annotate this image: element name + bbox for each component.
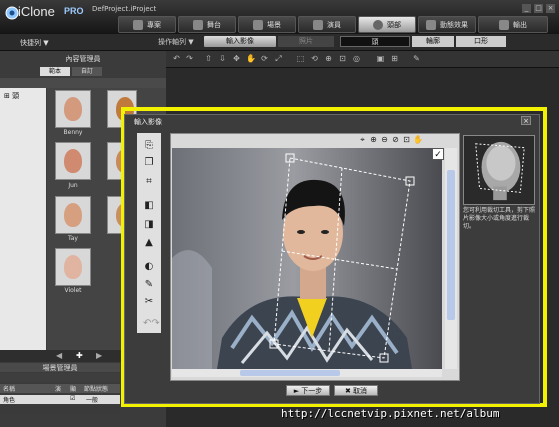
tab-custom[interactable]: 自訂 <box>72 67 102 76</box>
thumbnail-label: Violet <box>64 287 82 294</box>
confirm-crop-button[interactable]: ✓ <box>432 148 444 160</box>
select-icon[interactable]: ⬚ <box>296 54 305 63</box>
imported-photo <box>172 148 442 369</box>
flip-horizontal-icon[interactable]: ◧ <box>143 200 155 212</box>
triangle-icon[interactable]: ▲ <box>143 237 155 249</box>
thumbnail-label: Jun <box>68 182 78 189</box>
tab-export[interactable]: 輸出 <box>478 16 548 33</box>
move-icon[interactable]: ✥ <box>232 54 241 63</box>
head-model-icon <box>64 149 82 173</box>
head-preview <box>463 135 535 205</box>
scene-table-header: 名稱 演 顯 節點狀態 <box>0 384 120 393</box>
watermark-url: http://lccnetvip.pixnet.net/album <box>281 407 500 420</box>
rotate-image-icon[interactable]: ◐ <box>143 261 155 273</box>
head-thumbnail-benny[interactable] <box>55 90 91 128</box>
move-down-icon[interactable]: ⇩ <box>218 54 227 63</box>
folder-tree[interactable] <box>0 88 46 350</box>
vertical-scroll-thumb[interactable] <box>447 170 455 320</box>
content-manager-title: 內容管理員 <box>65 55 101 63</box>
scene-row-character[interactable]: 角色 ☑ 一般 <box>0 395 120 404</box>
scene-row-empty <box>0 406 120 415</box>
tab-motion-effects[interactable]: 動態效果 <box>418 16 476 33</box>
zoom-icon[interactable]: ⊕ <box>324 54 333 63</box>
export-icon <box>499 19 509 30</box>
crop-icon[interactable]: ⌗ <box>143 176 155 188</box>
add-icon[interactable]: ✚ <box>76 351 83 360</box>
scroll-right-icon[interactable]: ▶ <box>96 351 102 360</box>
scroll-left-icon[interactable]: ◀ <box>56 351 62 360</box>
tab-scene[interactable]: 場景 <box>238 16 296 33</box>
redo-icon[interactable]: ↷ <box>185 54 194 63</box>
tab-head[interactable]: 頭部 <box>358 16 416 33</box>
orbit-icon[interactable]: ⟲ <box>310 54 319 63</box>
rotate-icon[interactable]: ⟳ <box>260 54 269 63</box>
pen-icon[interactable]: ✎ <box>412 54 421 63</box>
brush-icon[interactable]: ✎ <box>143 279 155 291</box>
window-controls: _ □ × <box>522 4 555 13</box>
dialog-hint-text: 您可利用裁切工具，剪下照片影像大小或角度進行裁切。 <box>463 207 536 230</box>
head-model-icon <box>64 97 82 121</box>
open-image-icon[interactable]: ⎘ <box>143 140 155 152</box>
zoom-in-icon[interactable]: ⊕ <box>369 135 378 144</box>
head-thumbnail-jun[interactable] <box>55 142 91 180</box>
horizontal-scroll-thumb[interactable] <box>240 370 340 376</box>
project-icon <box>133 19 143 30</box>
zoom-out-icon[interactable]: ⊖ <box>380 135 389 144</box>
subtab-mouth[interactable]: 口形 <box>456 36 506 47</box>
subtab-photo[interactable]: 照片 <box>278 36 334 47</box>
subtab-outline[interactable]: 輪廓 <box>412 36 454 47</box>
cancel-button[interactable]: ✖ 取消 <box>334 385 378 396</box>
scale-icon[interactable]: ⤢ <box>274 54 283 63</box>
actor-icon <box>313 19 323 30</box>
zoom-fit-icon[interactable]: ⌖ <box>358 135 367 144</box>
head-thumbnail-tay[interactable] <box>55 196 91 234</box>
scene-icon <box>253 19 263 30</box>
close-button[interactable]: × <box>546 4 555 13</box>
tab-project[interactable]: 專案 <box>118 16 176 33</box>
app-name: iClone <box>18 4 55 19</box>
thumbnail-label: Tay <box>68 235 78 242</box>
maximize-button[interactable]: □ <box>534 4 543 13</box>
dialog-close-button[interactable]: × <box>521 116 531 125</box>
app-edition: PRO <box>64 6 84 16</box>
scene-manager-title: 場景管理員 <box>0 363 120 372</box>
visible-checkbox[interactable]: ☑ <box>70 395 75 402</box>
undo-icon[interactable]: ↶ <box>172 54 181 63</box>
scene-manager-tabs[interactable] <box>0 373 120 382</box>
content-toolbar <box>0 78 166 88</box>
copy-icon[interactable]: ❐ <box>143 157 155 169</box>
play-bar-dropdown[interactable]: 操作軸列 ▼ <box>158 37 194 47</box>
head-icon <box>373 19 383 30</box>
flip-vertical-icon[interactable]: ◨ <box>143 219 155 231</box>
subtab-import-image[interactable]: 輸入影像 <box>204 36 276 47</box>
thumbnail-label: Benny <box>63 129 83 136</box>
frame-icon[interactable]: ▣ <box>376 54 385 63</box>
head-model-icon <box>64 203 82 227</box>
dialog-title: 輸入影像 <box>134 118 162 126</box>
grid-icon[interactable]: ⊞ <box>390 54 399 63</box>
quick-bar-dropdown[interactable]: 快捷列 ▼ <box>20 38 49 48</box>
minimize-button[interactable]: _ <box>522 4 531 13</box>
fit-icon[interactable]: ⊡ <box>338 54 347 63</box>
stage-icon <box>193 19 203 30</box>
pan-icon[interactable]: ✋ <box>246 54 256 63</box>
scissors-icon[interactable]: ✂ <box>143 296 155 308</box>
fit-window-icon[interactable]: ⊡ <box>402 135 411 144</box>
tree-item-head[interactable]: ⊞ 頭 <box>4 91 19 101</box>
hand-icon[interactable]: ✋ <box>413 135 423 144</box>
undo-icon[interactable]: ↶↷ <box>143 318 160 330</box>
project-name: DefProject.iProject <box>92 5 157 13</box>
reset-icon[interactable]: ⊘ <box>391 135 400 144</box>
next-button[interactable]: ► 下一步 <box>286 385 330 396</box>
motion-icon <box>426 19 436 30</box>
head-model-icon <box>64 255 82 279</box>
image-toolbar: ⌖ ⊕ ⊖ ⊘ ⊡ ✋ <box>358 135 423 144</box>
tab-stage[interactable]: 舞台 <box>178 16 236 33</box>
head-thumbnail-violet[interactable] <box>55 248 91 286</box>
camera-icon[interactable]: ◎ <box>352 54 361 63</box>
move-up-icon[interactable]: ⇧ <box>204 54 213 63</box>
subtab-head[interactable]: 頭 <box>340 36 410 47</box>
tab-templates[interactable]: 範本 <box>40 67 70 76</box>
tab-actor[interactable]: 演員 <box>298 16 356 33</box>
